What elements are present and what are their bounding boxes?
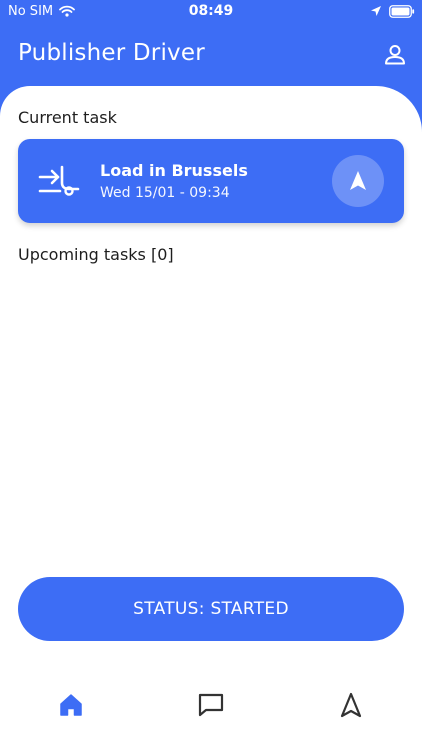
user-icon <box>385 45 405 65</box>
clock: 08:49 <box>188 3 234 19</box>
tab-bar <box>0 686 422 750</box>
profile-button[interactable] <box>383 43 407 67</box>
task-name: Load in Brussels <box>100 161 248 180</box>
battery-icon <box>389 5 415 22</box>
current-task-card[interactable]: Load in Brussels Wed 15/01 - 09:34 <box>18 139 404 223</box>
home-icon <box>60 694 82 716</box>
location-arrow-icon <box>370 5 382 21</box>
upcoming-tasks-heading: Upcoming tasks [0] <box>18 245 174 264</box>
navigation-icon <box>340 692 362 718</box>
tab-home[interactable] <box>56 690 86 720</box>
load-truck-icon <box>38 165 80 197</box>
status-button[interactable]: STATUS: STARTED <box>18 577 404 641</box>
task-datetime: Wed 15/01 - 09:34 <box>100 185 230 201</box>
navigation-arrow-icon <box>350 171 366 190</box>
app-title: Publisher Driver <box>18 40 205 66</box>
tab-messages[interactable] <box>196 690 226 720</box>
tab-navigation[interactable] <box>336 690 366 720</box>
status-bar: No SIM 08:49 <box>0 0 422 24</box>
message-icon <box>198 693 224 717</box>
current-task-heading: Current task <box>18 108 117 127</box>
content-sheet: Current task Load in Brussels Wed 15/01 … <box>0 86 422 750</box>
navigate-button[interactable] <box>332 155 384 207</box>
